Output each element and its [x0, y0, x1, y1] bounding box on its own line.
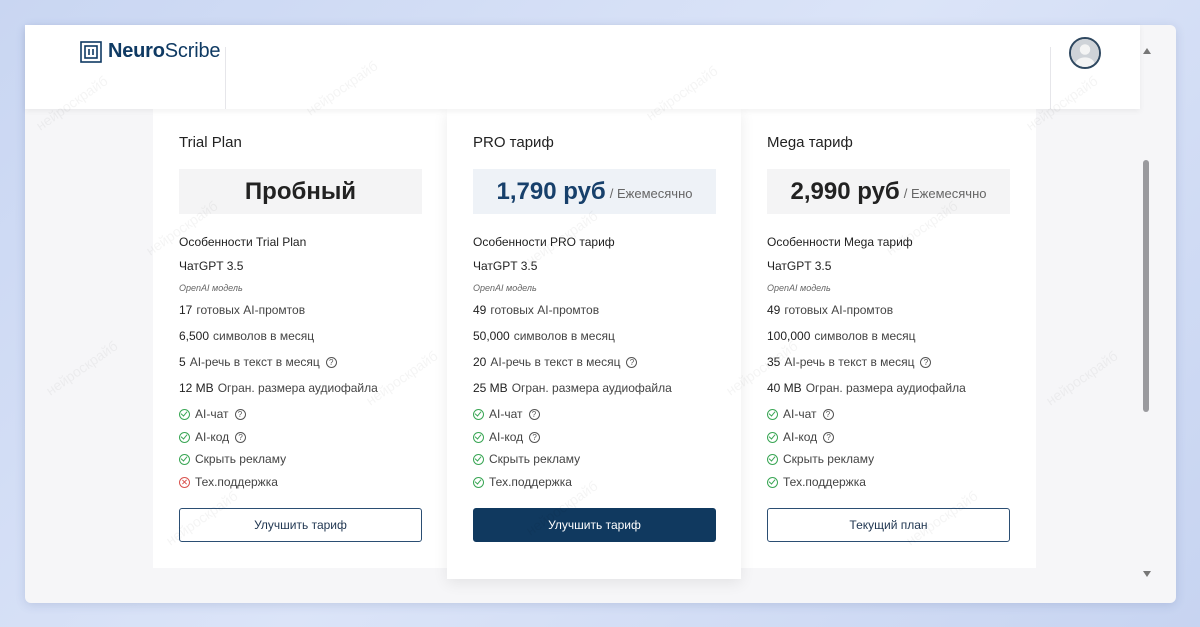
check-icon	[473, 453, 484, 465]
help-icon[interactable]: ?	[626, 356, 638, 368]
help-icon[interactable]: ?	[822, 408, 834, 420]
price-box: 2,990 руб / Ежемесячно	[767, 169, 1010, 214]
scroll-up-arrow-icon[interactable]	[1143, 48, 1151, 54]
feature-speech: 35 AI-речь в текст в месяц?	[767, 355, 932, 369]
check-icon	[179, 453, 190, 465]
plan-price: 2,990 руб	[790, 177, 900, 205]
feature-prompts: 49 готовых AI-промтов	[767, 303, 894, 317]
check-icon	[767, 431, 778, 443]
feature-ads: Скрыть рекламу	[179, 452, 286, 466]
check-icon	[767, 453, 778, 465]
logo-icon	[80, 40, 102, 63]
feature-chat: AI-чат?	[179, 407, 246, 421]
help-icon[interactable]: ?	[235, 431, 247, 443]
user-avatar[interactable]	[1069, 37, 1101, 69]
feature-code: AI-код?	[473, 430, 541, 444]
price-period: / Ежемесячно	[609, 186, 693, 201]
model-name: ЧатGPT 3.5	[767, 259, 832, 273]
help-icon[interactable]: ?	[234, 408, 246, 420]
feature-prompts: 17 готовых AI-промтов	[179, 303, 306, 317]
plan-title: PRO тариф	[473, 134, 554, 151]
model-note: OpenAI модель	[473, 283, 537, 293]
model-name: ЧатGPT 3.5	[473, 259, 538, 273]
top-header: NeuroScribe	[25, 25, 1140, 109]
plan-title: Trial Plan	[179, 134, 242, 151]
model-note: OpenAI модель	[767, 283, 831, 293]
feature-chat: AI-чат?	[473, 407, 540, 421]
check-icon	[473, 408, 484, 420]
plan-card-mega: Mega тариф 2,990 руб / Ежемесячно Особен…	[741, 109, 1035, 568]
upgrade-plan-button[interactable]: Улучшить тариф	[179, 508, 422, 542]
scrollbar-thumb[interactable]	[1143, 160, 1149, 412]
feature-prompts: 49 готовых AI-промтов	[473, 303, 600, 317]
header-divider	[1050, 47, 1051, 109]
feature-ads: Скрыть рекламу	[473, 452, 580, 466]
help-icon[interactable]: ?	[823, 431, 835, 443]
brand-logo[interactable]: NeuroScribe	[80, 40, 220, 63]
check-icon	[179, 408, 190, 420]
check-icon	[767, 476, 778, 488]
plan-card-trial: Trial Plan Пробный Особенности Trial Pla…	[153, 109, 447, 568]
feature-support: Тех.поддержка	[473, 475, 572, 489]
feature-speech: 5 AI-речь в текст в месяц?	[179, 355, 337, 369]
feature-code: AI-код?	[179, 430, 247, 444]
features-heading: Особенности Trial Plan	[179, 235, 307, 249]
feature-chat: AI-чат?	[767, 407, 834, 421]
feature-audio: 25 MB Огран. размера аудиофайла	[473, 381, 672, 395]
plan-title: Mega тариф	[767, 134, 853, 151]
plan-price: Пробный	[244, 177, 357, 205]
feature-code: AI-код?	[767, 430, 835, 444]
help-icon[interactable]: ?	[528, 408, 540, 420]
help-icon[interactable]: ?	[325, 356, 337, 368]
header-divider	[225, 47, 226, 109]
check-icon	[473, 476, 484, 488]
price-box: Пробный	[179, 169, 422, 214]
model-note: OpenAI модель	[179, 283, 243, 293]
model-name: ЧатGPT 3.5	[179, 259, 244, 273]
feature-audio: 12 MB Огран. размера аудиофайла	[179, 381, 378, 395]
plan-price: 1,790 руб	[496, 177, 606, 205]
feature-ads: Скрыть рекламу	[767, 452, 874, 466]
price-period: / Ежемесячно	[903, 186, 987, 201]
check-icon	[767, 408, 778, 420]
current-plan-button[interactable]: Текущий план	[767, 508, 1010, 542]
check-icon	[473, 431, 484, 443]
upgrade-plan-button[interactable]: Улучшить тариф	[473, 508, 716, 542]
scroll-down-arrow-icon[interactable]	[1143, 571, 1151, 577]
features-heading: Особенности Mega тариф	[767, 235, 913, 249]
help-icon[interactable]: ?	[529, 431, 541, 443]
feature-chars: 6,500 символов в месяц	[179, 329, 315, 343]
feature-chars: 50,000 символов в месяц	[473, 329, 615, 343]
help-icon[interactable]: ?	[920, 356, 932, 368]
features-heading: Особенности PRO тариф	[473, 235, 615, 249]
plan-card-pro: PRO тариф 1,790 руб / Ежемесячно Особенн…	[447, 109, 741, 579]
feature-audio: 40 MB Огран. размера аудиофайла	[767, 381, 966, 395]
cross-icon	[179, 476, 190, 488]
user-icon	[1071, 39, 1099, 67]
feature-chars: 100,000 символов в месяц	[767, 329, 916, 343]
brand-name: NeuroScribe	[108, 40, 221, 62]
price-box: 1,790 руб / Ежемесячно	[473, 169, 716, 214]
feature-support: Тех.поддержка	[179, 475, 278, 489]
feature-speech: 20 AI-речь в текст в месяц?	[473, 355, 638, 369]
feature-support: Тех.поддержка	[767, 475, 866, 489]
check-icon	[179, 431, 190, 443]
